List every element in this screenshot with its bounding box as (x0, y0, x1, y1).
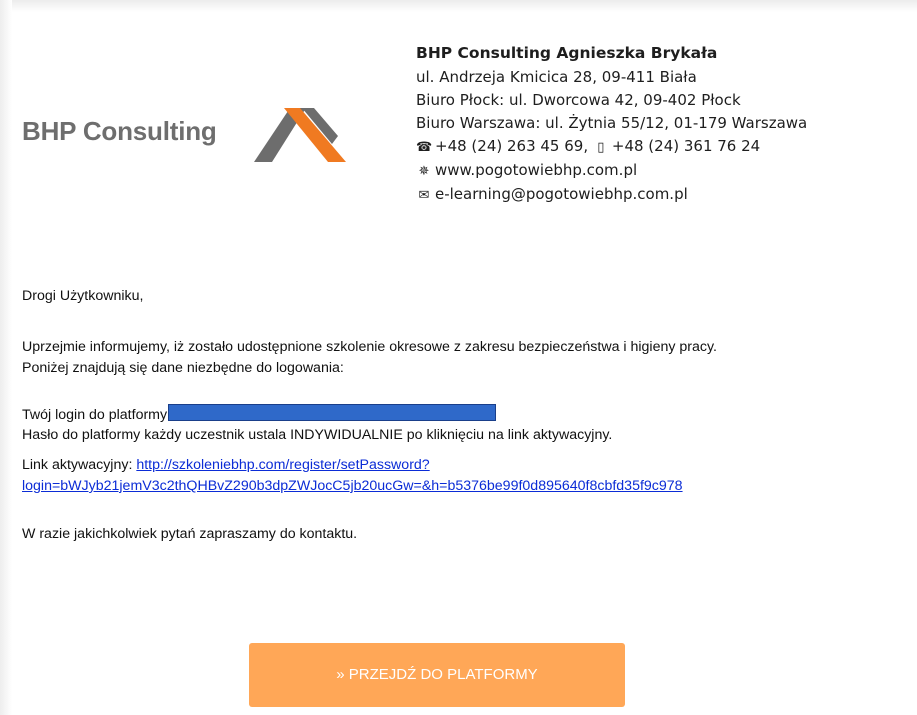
password-info: Hasło do platformy każdy uczestnik ustal… (22, 427, 613, 443)
redacted-login (168, 404, 497, 421)
intro-line-2: Poniżej znajdują się dane niezbędne do l… (22, 360, 344, 376)
closing-text: W razie jakichkolwiek pytań zapraszamy d… (22, 526, 358, 542)
email-text: e-learning@pogotowiebhp.com.pl (435, 185, 688, 203)
greeting: Drogi Użytkowniku, (22, 288, 144, 304)
logo-mountain-icon (254, 108, 346, 162)
login-label: Twój login do platformy (22, 407, 168, 423)
phone-number-1: +48 (24) 263 45 69, (435, 137, 589, 155)
website-text: www.pogotowiebhp.com.pl (435, 161, 638, 179)
top-edge-shadow (0, 0, 917, 12)
activation-line: Link aktywacyjny: http://szkoleniebhp.co… (22, 455, 430, 476)
company-address: ul. Andrzeja Kmicica 28, 09-411 Biała (416, 68, 697, 86)
logo-text: BHP Consulting (22, 116, 217, 146)
web-icon: ✵ (418, 164, 430, 179)
phone-line: ☎ +48 (24) 263 45 69, ▯ +48 (24) 361 76 24 (416, 135, 807, 159)
email-body: BHP Consulting BHP Consulting Agnieszka … (0, 0, 917, 715)
company-logo: BHP Consulting (22, 104, 346, 164)
company-name: BHP Consulting Agnieszka Brykała (416, 44, 718, 62)
activation-link-2[interactable]: login=bWJyb21jemV3c2thQHBvZ290b3dpZWJocC… (22, 478, 683, 494)
intro-line-1: Uprzejmie informujemy, iż zostało udostę… (22, 339, 717, 355)
website-line: ✵ www.pogotowiebhp.com.pl (416, 159, 807, 183)
phone-number-2: +48 (24) 361 76 24 (611, 137, 761, 155)
login-line: Twój login do platformy (22, 404, 497, 426)
office-plock: Biuro Płock: ul. Dworcowa 42, 09-402 Pło… (416, 91, 741, 109)
left-edge-shadow (0, 0, 12, 715)
go-to-platform-button[interactable]: » PRZEJDŹ DO PLATFORMY (249, 643, 625, 707)
activation-link[interactable]: http://szkoleniebhp.com/register/setPass… (136, 457, 429, 473)
activation-link-continued: login=bWJyb21jemV3c2thQHBvZ290b3dpZWJocC… (22, 476, 683, 497)
fax-icon: ▯ (597, 140, 605, 155)
email-line: ✉ e-learning@pogotowiebhp.com.pl (416, 183, 807, 207)
phone-icon: ☎ (416, 140, 433, 155)
activation-label: Link aktywacyjny: (22, 457, 137, 473)
mail-icon: ✉ (418, 188, 430, 203)
office-warsaw: Biuro Warszawa: ul. Żytnia 55/12, 01-179… (416, 114, 808, 132)
company-info: BHP Consulting Agnieszka Brykała ul. And… (416, 40, 807, 207)
